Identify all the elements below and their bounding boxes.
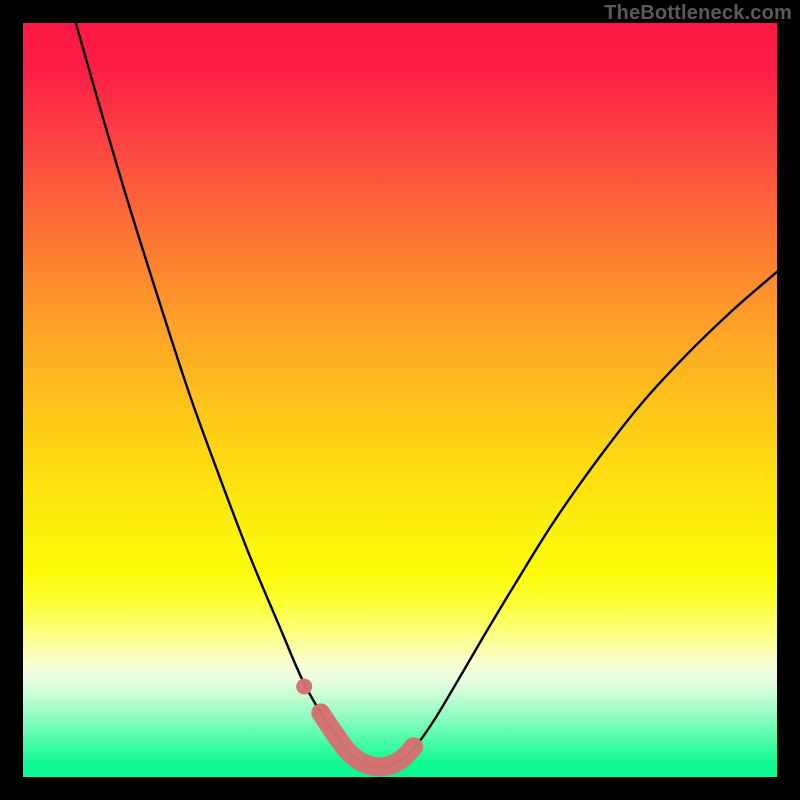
chart-svg (23, 23, 777, 777)
marker-start-dot (296, 679, 312, 695)
watermark-text: TheBottleneck.com (604, 2, 792, 25)
chart-frame (23, 23, 777, 777)
bottleneck-curve (76, 23, 777, 767)
optimal-zone-marker (321, 713, 414, 767)
